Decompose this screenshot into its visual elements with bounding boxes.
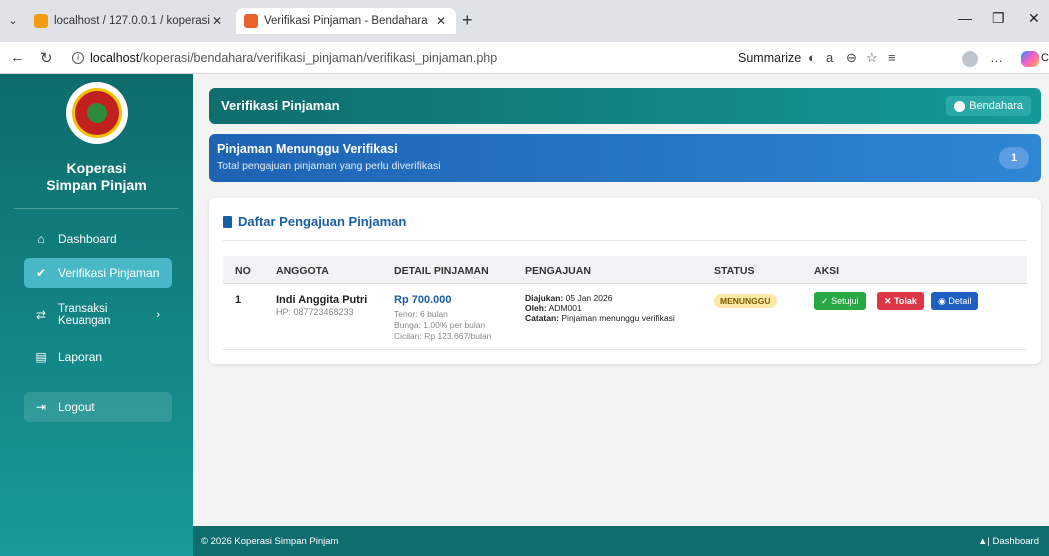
sidebar-item-dashboard[interactable]: ⌂ Dashboard	[24, 224, 172, 254]
restore-icon[interactable]: ❐	[992, 10, 1005, 27]
column-header: ANGGOTA	[276, 265, 329, 277]
minimize-icon[interactable]: —	[958, 10, 972, 26]
member-phone: HP: 087723468233	[276, 307, 354, 317]
url-host: localhost	[90, 51, 140, 65]
chat-button[interactable]: Chat	[1041, 52, 1049, 64]
sidebar: Koperasi Simpan Pinjam ⌂ Dashboard ✔ Ver…	[0, 74, 193, 556]
column-header: NO	[235, 265, 251, 277]
koperasi-logo	[66, 82, 128, 144]
pending-count-badge: 1	[999, 147, 1029, 169]
profile-avatar-icon[interactable]	[962, 51, 978, 67]
check-icon: ✓	[821, 296, 829, 306]
url-path: /koperasi/bendahara/verifikasi_pinjaman/…	[139, 51, 498, 65]
sidebar-item-logout[interactable]: ⇥ Logout	[24, 392, 172, 422]
new-tab-icon[interactable]: +	[462, 10, 473, 31]
user-role-label: Bendahara	[969, 100, 1023, 112]
read-aloud-icon[interactable]: a	[826, 50, 833, 65]
page-header: Verifikasi Pinjaman Bendahara	[209, 88, 1041, 124]
footer-copyright: © 2026 Koperasi Simpan Pinjam	[201, 536, 339, 547]
tab-close-icon[interactable]: ✕	[434, 14, 448, 28]
home-icon: ⌂	[37, 232, 45, 246]
site-info-icon[interactable]: i	[72, 52, 84, 64]
loan-interest: Bunga: 1.00% per bulan	[394, 320, 486, 330]
submission-note: Catatan: Pinjaman menunggu verifikasi	[525, 313, 675, 323]
sidebar-item-verifikasi-pinjaman[interactable]: ✔ Verifikasi Pinjaman	[24, 258, 172, 288]
sidebar-item-transaksi-keuangan[interactable]: ⇄ Transaksi Keuangan ›	[24, 300, 172, 330]
reload-icon[interactable]: ↻	[40, 49, 53, 67]
list-divider	[223, 240, 1027, 241]
browser-tab-verifikasi[interactable]: Verifikasi Pinjaman - Bendahara ✕	[236, 8, 456, 34]
member-name: Indi Anggita Putri	[276, 294, 368, 306]
submitted-by: Oleh: ADM001	[525, 303, 582, 313]
chevron-right-icon: ›	[156, 309, 160, 321]
address-bar: ← ↻ i localhost/koperasi/bendahara/verif…	[0, 42, 1049, 74]
summarize-icon[interactable]: ◐	[808, 50, 816, 65]
table-row: 1 Indi Anggita Putri HP: 087723468233 Rp…	[223, 284, 1027, 350]
browser-tab-bar: ⌄ localhost / 127.0.0.1 / koperasidb ✕ V…	[0, 0, 1049, 42]
status-badge: MENUNGGU	[714, 294, 777, 308]
submitted-date: Diajukan: 05 Jan 2026	[525, 293, 613, 303]
user-circle-icon	[954, 100, 966, 112]
site-favicon-icon	[244, 14, 258, 28]
browser-tab-phpmyadmin[interactable]: localhost / 127.0.0.1 / koperasidb ✕	[26, 8, 232, 34]
page-footer: © 2026 Koperasi Simpan Pinjam ▲| Dashboa…	[193, 526, 1049, 556]
loan-amount: Rp 700.000	[394, 294, 452, 306]
column-header: STATUS	[714, 265, 755, 277]
tab-close-icon[interactable]: ✕	[210, 14, 224, 28]
tab-actions-icon[interactable]: ⌄	[6, 14, 20, 28]
loan-tenor: Tenor: 6 bulan	[394, 309, 448, 319]
detail-button[interactable]: ◉ Detail	[931, 292, 979, 310]
sidebar-divider	[14, 208, 179, 209]
pending-title: Pinjaman Menunggu Verifikasi	[217, 142, 398, 156]
page-title: Verifikasi Pinjaman	[221, 98, 340, 113]
sidebar-item-label: Dashboard	[58, 232, 117, 246]
close-window-icon[interactable]: ✕	[1028, 10, 1040, 27]
logo-emblem-icon	[72, 88, 122, 138]
list-title: Daftar Pengajuan Pinjaman	[223, 214, 406, 229]
sidebar-item-laporan[interactable]: ▤ Laporan	[24, 342, 172, 372]
logout-icon: ⇥	[35, 400, 47, 414]
column-header: PENGAJUAN	[525, 265, 591, 277]
row-number: 1	[235, 294, 242, 306]
footer-dashboard-link[interactable]: ▲| Dashboard	[978, 536, 1039, 547]
reject-button[interactable]: ✕ Tolak	[877, 292, 924, 310]
url-field[interactable]: i localhost/koperasi/bendahara/verifikas…	[72, 47, 732, 69]
document-icon	[223, 215, 232, 228]
zoom-icon[interactable]: ⊖	[846, 50, 857, 66]
more-options-icon[interactable]: …	[990, 50, 1003, 65]
column-header: AKSI	[814, 265, 840, 277]
sidebar-item-label: Logout	[58, 400, 95, 414]
close-icon: ✕	[884, 296, 892, 306]
pending-summary-card: Pinjaman Menunggu Verifikasi Total penga…	[209, 134, 1041, 182]
approve-button[interactable]: ✓ Setujui	[814, 292, 866, 310]
column-header: DETAIL PINJAMAN	[394, 265, 489, 277]
favorites-list-icon[interactable]: ≡	[888, 50, 896, 65]
exchange-icon: ⇄	[35, 308, 47, 322]
user-icon: ▲	[978, 536, 988, 547]
sidebar-item-label: Laporan	[58, 350, 103, 364]
summarize-button[interactable]: Summarize	[738, 51, 801, 65]
tab-title: Verifikasi Pinjaman - Bendahara	[264, 15, 428, 27]
check-circle-icon: ✔	[35, 266, 47, 280]
pending-subtitle: Total pengajuan pinjaman yang perlu dive…	[217, 160, 441, 172]
back-icon[interactable]: ←	[10, 49, 25, 66]
loan-installment: Cicilan: Rp 123.667/bulan	[394, 331, 492, 341]
phpmyadmin-favicon-icon	[34, 14, 48, 28]
favorite-star-icon[interactable]: ☆	[866, 50, 878, 66]
eye-icon: ◉	[938, 296, 946, 306]
sidebar-item-label: Verifikasi Pinjaman	[58, 266, 160, 280]
tab-title: localhost / 127.0.0.1 / koperasidb	[54, 15, 210, 27]
loan-list-card: Daftar Pengajuan Pinjaman NO ANGGOTA DET…	[209, 198, 1041, 364]
table-header: NO ANGGOTA DETAIL PINJAMAN PENGAJUAN STA…	[223, 256, 1027, 284]
copilot-icon[interactable]	[1021, 51, 1039, 67]
brand-name: Koperasi Simpan Pinjam	[46, 160, 147, 193]
user-menu-button[interactable]: Bendahara	[946, 96, 1031, 116]
sidebar-item-label: Transaksi Keuangan	[58, 303, 111, 327]
report-file-icon: ▤	[35, 350, 47, 364]
